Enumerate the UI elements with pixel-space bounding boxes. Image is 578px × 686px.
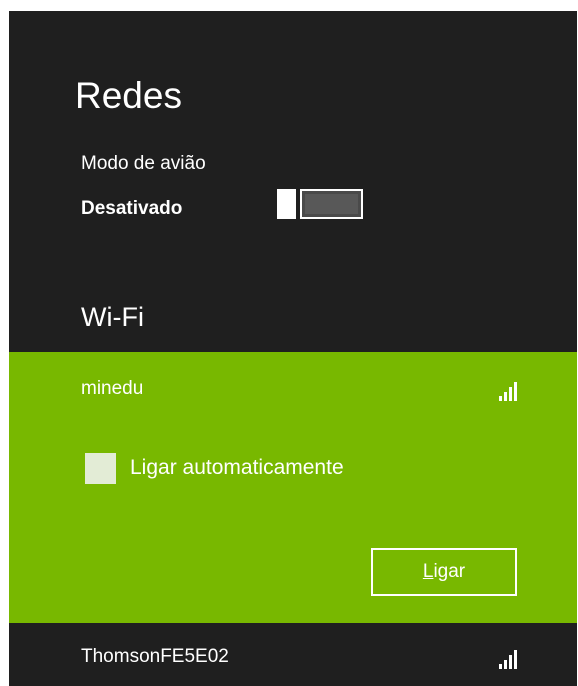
network-name: minedu xyxy=(81,378,144,399)
toggle-track xyxy=(300,189,363,219)
networks-panel: Redes Modo de avião Desativado Wi-Fi min… xyxy=(9,11,577,686)
network-item-selected[interactable]: minedu Ligar automaticamente Ligar xyxy=(9,352,577,623)
toggle-thumb xyxy=(277,189,296,219)
wifi-signal-icon xyxy=(499,382,517,401)
panel-title: Redes xyxy=(75,75,182,116)
connect-automatically-label: Ligar automaticamente xyxy=(130,456,344,479)
wifi-signal-icon xyxy=(499,650,517,669)
connect-automatically-option[interactable]: Ligar automaticamente xyxy=(85,451,344,485)
wifi-section-title: Wi-Fi xyxy=(81,302,144,332)
connect-button[interactable]: Ligar xyxy=(371,548,517,596)
airplane-mode-state: Desativado xyxy=(81,198,183,219)
connect-button-mnemonic: L xyxy=(422,561,434,582)
connect-button-label: igar xyxy=(433,561,466,582)
connect-automatically-checkbox[interactable] xyxy=(85,452,116,484)
network-name: ThomsonFE5E02 xyxy=(81,646,229,667)
network-item[interactable]: ThomsonFE5E02 xyxy=(9,623,577,686)
airplane-mode-label: Modo de avião xyxy=(81,153,206,174)
airplane-mode-toggle[interactable] xyxy=(277,189,363,219)
